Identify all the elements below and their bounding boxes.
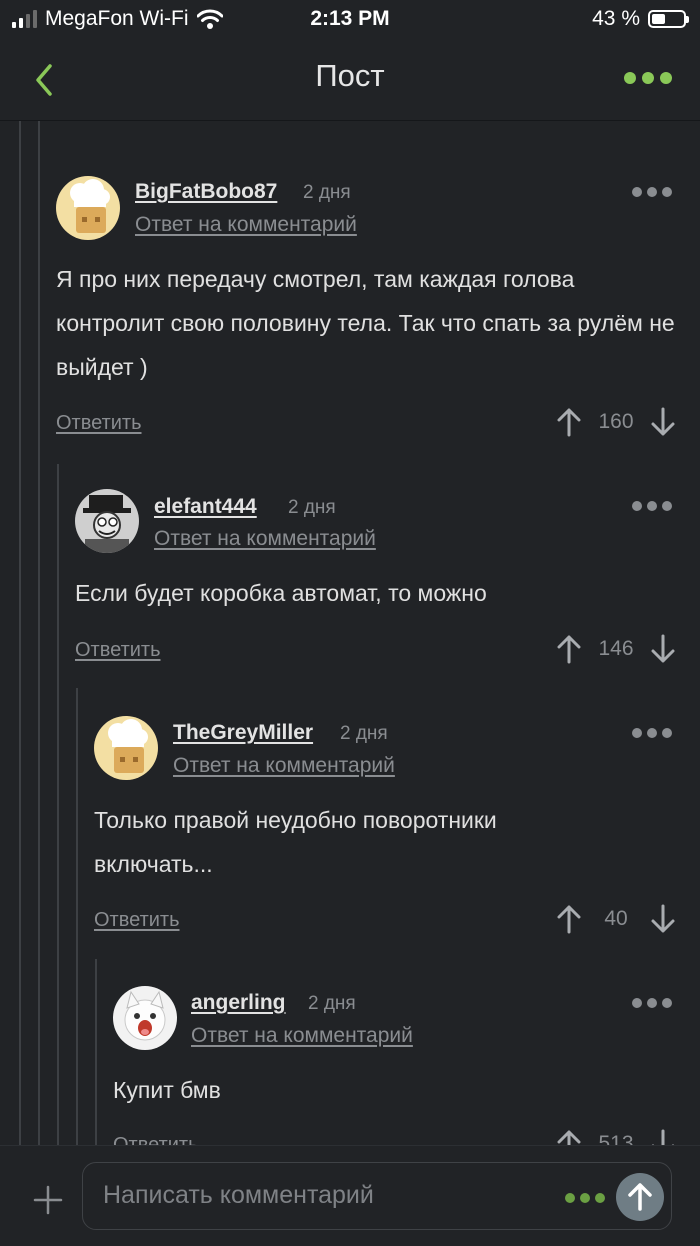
username-link[interactable]: TheGreyMiller [173,721,313,745]
thread-line [57,464,59,1145]
more-dots-icon[interactable] [632,728,672,738]
vote-score: 40 [604,907,628,930]
more-dots-icon[interactable] [632,187,672,197]
vote-score: 146 [598,637,634,660]
page-title: Пост [315,58,385,93]
status-bar: MegaFon Wi-Fi 2:13 PM 43 % [0,0,700,40]
more-dots-icon[interactable] [632,998,672,1008]
comment-input-placeholder: Написать комментарий [103,1181,374,1209]
avatar[interactable] [94,716,158,780]
thread-line [95,959,97,1145]
avatar[interactable] [113,986,177,1050]
vote-controls: 40 [556,904,676,934]
comment-text: Я про них передачу смотрел, там каждая г… [56,266,675,380]
comment-composer: Написать комментарий [0,1145,700,1246]
thread-line [76,688,78,1145]
comment-date: 2 дня [308,993,356,1014]
comment-text: Если будет коробка автомат, то можно [75,580,487,606]
comments-list[interactable]: BigFatBobo87 2 дня Ответ на комментарий … [0,121,700,1145]
comment-input[interactable]: Написать комментарий [82,1162,672,1230]
more-dots-icon[interactable] [565,1193,605,1203]
reply-to-link[interactable]: Ответ на комментарий [191,1024,413,1048]
vote-score: 160 [598,410,634,433]
comment-date: 2 дня [288,497,336,518]
reply-to-link[interactable]: Ответ на комментарий [135,213,357,237]
battery-icon [648,10,689,28]
navigation-bar: Пост [0,40,700,121]
username-link[interactable]: elefant444 [154,495,257,519]
comment-text: Купит бмв [113,1077,221,1103]
arrow-up-icon[interactable] [556,634,582,664]
thread-line [38,121,40,1145]
comment-date: 2 дня [303,182,351,203]
vote-controls: 146 [556,634,676,664]
reply-to-link[interactable]: Ответ на комментарий [173,754,395,778]
reply-button[interactable]: Ответить [113,1134,199,1145]
arrow-up-icon[interactable] [556,904,582,934]
status-right: 43 % [592,7,689,31]
comment-date: 2 дня [340,723,388,744]
reply-button[interactable]: Ответить [75,639,161,662]
more-dots-icon[interactable] [624,72,672,84]
reply-to-link[interactable]: Ответ на комментарий [154,527,376,551]
vote-score: 513 [598,1132,634,1145]
send-arrow-icon [628,1183,652,1211]
more-dots-icon[interactable] [632,501,672,511]
reply-button[interactable]: Ответить [56,412,142,435]
thread-line [19,121,21,1145]
arrow-down-icon[interactable] [650,904,676,934]
arrow-down-icon[interactable] [650,407,676,437]
reply-button[interactable]: Ответить [94,909,180,932]
arrow-up-icon[interactable] [556,1129,582,1145]
send-button[interactable] [616,1173,664,1221]
arrow-up-icon[interactable] [556,407,582,437]
plus-icon[interactable] [32,1184,64,1216]
battery-percent: 43 % [592,7,640,30]
arrow-down-icon[interactable] [650,634,676,664]
comment-text: Только правой неудобно поворотники включ… [94,807,497,877]
avatar[interactable] [56,176,120,240]
username-link[interactable]: BigFatBobo87 [135,180,277,204]
avatar[interactable] [75,489,139,553]
vote-controls: 513 [556,1129,676,1145]
vote-controls: 160 [556,407,676,437]
arrow-down-icon[interactable] [650,1129,676,1145]
username-link[interactable]: angerling [191,991,286,1015]
